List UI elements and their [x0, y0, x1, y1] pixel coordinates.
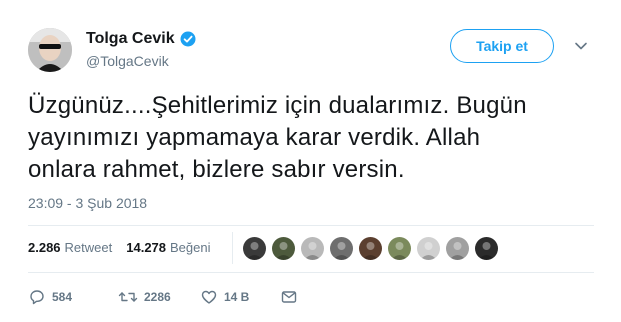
author-info: Tolga Cevik @TolgaCevik [86, 29, 196, 70]
liker-avatar-icon[interactable] [416, 236, 441, 261]
heart-icon [200, 288, 218, 306]
tweet-timestamp[interactable]: 23:09 - 3 Şub 2018 [28, 195, 147, 211]
reply-count: 584 [52, 290, 73, 304]
likes-count[interactable]: 14.278 [126, 240, 166, 255]
stats-divider [232, 232, 233, 264]
liker-avatar-icon[interactable] [358, 236, 383, 261]
liker-avatar-icon[interactable] [242, 236, 267, 261]
retweet-icon [118, 288, 138, 306]
verified-badge-icon [180, 31, 196, 47]
liker-avatars [242, 236, 499, 261]
likes-label[interactable]: Beğeni [170, 240, 210, 255]
tweet-stats: 2.286 Retweet 14.278 Beğeni [28, 240, 211, 255]
reply-icon [28, 288, 46, 306]
liker-avatar-icon[interactable] [387, 236, 412, 261]
liker-avatar-icon[interactable] [329, 236, 354, 261]
envelope-icon [280, 288, 298, 306]
profile-photo-icon [28, 28, 72, 72]
action-bar: 584 2286 14 B [28, 287, 298, 307]
tweet-text: Üzgünüz....Şehitlerimiz için dualarımız.… [28, 92, 527, 183]
liker-avatar-icon[interactable] [445, 236, 470, 261]
reply-button[interactable]: 584 [28, 288, 118, 306]
retweet-count: 2286 [144, 290, 171, 304]
direct-message-button[interactable] [280, 288, 298, 306]
retweets-label[interactable]: Retweet [65, 240, 113, 255]
liker-avatar-icon[interactable] [474, 236, 499, 261]
author-avatar[interactable] [28, 28, 72, 72]
author-display-name[interactable]: Tolga Cevik [86, 29, 175, 49]
liker-avatar-icon[interactable] [300, 236, 325, 261]
follow-button[interactable]: Takip et [450, 29, 554, 63]
tweet-card: Tolga Cevik @TolgaCevik Takip et Üzgünüz… [0, 0, 621, 322]
like-count: 14 B [224, 290, 250, 304]
author-name-row[interactable]: Tolga Cevik [86, 29, 196, 49]
author-handle[interactable]: @TolgaCevik [86, 52, 196, 70]
divider [28, 272, 594, 273]
liker-avatar-icon[interactable] [271, 236, 296, 261]
retweets-count[interactable]: 2.286 [28, 240, 61, 255]
like-button[interactable]: 14 B [200, 288, 280, 306]
retweet-button[interactable]: 2286 [118, 288, 200, 306]
divider [28, 225, 594, 226]
chevron-down-icon[interactable] [573, 38, 589, 54]
